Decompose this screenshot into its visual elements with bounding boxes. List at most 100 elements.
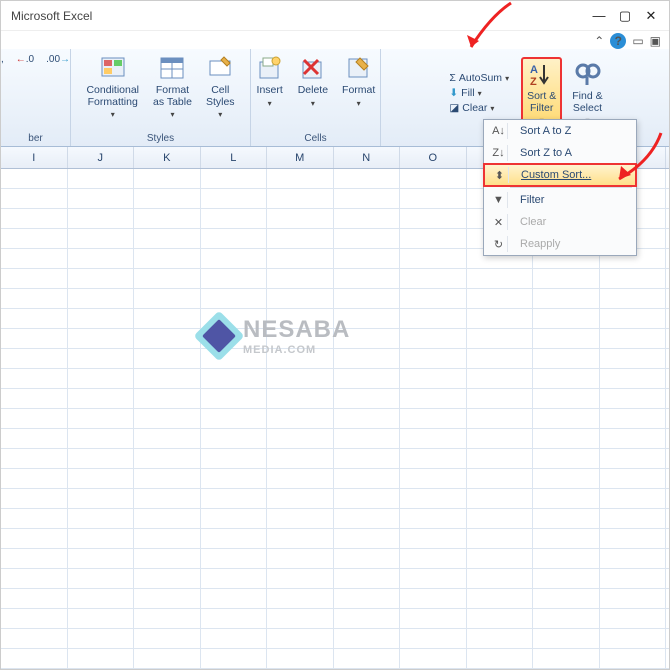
grid-cell[interactable] <box>334 409 401 428</box>
grid-cell[interactable] <box>600 329 667 348</box>
grid-cell[interactable] <box>400 589 467 608</box>
grid-cell[interactable] <box>666 369 670 388</box>
grid-cell[interactable] <box>201 609 268 628</box>
grid-cell[interactable] <box>201 649 268 668</box>
grid-cell[interactable] <box>600 269 667 288</box>
grid-cell[interactable] <box>68 269 135 288</box>
grid-cell[interactable] <box>68 349 135 368</box>
grid-cell[interactable] <box>467 529 534 548</box>
grid-cell[interactable] <box>334 589 401 608</box>
grid-cell[interactable] <box>134 589 201 608</box>
grid-cell[interactable] <box>600 309 667 328</box>
grid-cell[interactable] <box>400 189 467 208</box>
grid-cell[interactable] <box>201 249 268 268</box>
grid-cell[interactable] <box>334 509 401 528</box>
minimize-ribbon-icon[interactable]: ⌃ <box>594 34 604 48</box>
column-header[interactable]: J <box>68 147 135 168</box>
grid-cell[interactable] <box>400 489 467 508</box>
grid-cell[interactable] <box>666 249 670 268</box>
grid-cell[interactable] <box>600 429 667 448</box>
grid-cell[interactable] <box>334 229 401 248</box>
grid-cell[interactable] <box>68 529 135 548</box>
grid-cell[interactable] <box>134 649 201 668</box>
grid-cell[interactable] <box>134 269 201 288</box>
grid-cell[interactable] <box>600 509 667 528</box>
grid-cell[interactable] <box>201 529 268 548</box>
grid-cell[interactable] <box>600 409 667 428</box>
grid-cell[interactable] <box>467 649 534 668</box>
grid-cell[interactable] <box>666 329 670 348</box>
grid-cell[interactable] <box>68 489 135 508</box>
grid-cell[interactable] <box>267 409 334 428</box>
grid-cell[interactable] <box>1 169 68 188</box>
grid-cell[interactable] <box>267 489 334 508</box>
grid-cell[interactable] <box>1 289 68 308</box>
grid-cell[interactable] <box>334 569 401 588</box>
grid-cell[interactable] <box>533 529 600 548</box>
grid-cell[interactable] <box>666 349 670 368</box>
grid-cell[interactable] <box>334 609 401 628</box>
grid-cell[interactable] <box>68 649 135 668</box>
grid-cell[interactable] <box>467 329 534 348</box>
grid-cell[interactable] <box>666 289 670 308</box>
grid-cell[interactable] <box>533 429 600 448</box>
grid-cell[interactable] <box>666 309 670 328</box>
grid-cell[interactable] <box>600 609 667 628</box>
grid-cell[interactable] <box>201 489 268 508</box>
column-header[interactable]: L <box>201 147 268 168</box>
delete-button[interactable]: Delete▾ <box>294 53 332 110</box>
grid-cell[interactable] <box>134 469 201 488</box>
grid-cell[interactable] <box>533 489 600 508</box>
grid-cell[interactable] <box>400 409 467 428</box>
grid-cell[interactable] <box>600 629 667 648</box>
grid-cell[interactable] <box>201 409 268 428</box>
grid-cell[interactable] <box>1 269 68 288</box>
grid-cell[interactable] <box>334 629 401 648</box>
grid-cell[interactable] <box>68 249 135 268</box>
grid-cell[interactable] <box>600 369 667 388</box>
grid-cell[interactable] <box>1 409 68 428</box>
grid-cell[interactable] <box>467 609 534 628</box>
grid-cell[interactable] <box>267 369 334 388</box>
grid-cell[interactable] <box>267 429 334 448</box>
grid-cell[interactable] <box>134 249 201 268</box>
grid-cell[interactable] <box>68 189 135 208</box>
grid-cell[interactable] <box>400 609 467 628</box>
grid-cell[interactable] <box>666 429 670 448</box>
grid-cell[interactable] <box>201 189 268 208</box>
fill-button[interactable]: ⬇Fill▾ <box>443 86 515 100</box>
grid-cell[interactable] <box>600 489 667 508</box>
grid-cell[interactable] <box>267 289 334 308</box>
grid-cell[interactable] <box>467 269 534 288</box>
grid-cell[interactable] <box>68 449 135 468</box>
column-header[interactable]: I <box>1 147 68 168</box>
grid-cell[interactable] <box>533 269 600 288</box>
grid-cell[interactable] <box>533 509 600 528</box>
grid-cell[interactable] <box>467 469 534 488</box>
grid-cell[interactable] <box>201 569 268 588</box>
filter-item[interactable]: ▼ Filter <box>484 189 636 211</box>
grid-cell[interactable] <box>600 289 667 308</box>
grid-cell[interactable] <box>134 189 201 208</box>
grid-cell[interactable] <box>68 169 135 188</box>
grid-cell[interactable] <box>467 389 534 408</box>
grid-cell[interactable] <box>267 529 334 548</box>
grid-cell[interactable] <box>267 629 334 648</box>
grid-cell[interactable] <box>400 369 467 388</box>
grid-cell[interactable] <box>467 409 534 428</box>
grid-cell[interactable] <box>666 549 670 568</box>
grid-cell[interactable] <box>666 189 670 208</box>
grid-cell[interactable] <box>267 549 334 568</box>
grid-cell[interactable] <box>134 569 201 588</box>
grid-cell[interactable] <box>600 549 667 568</box>
grid-cell[interactable] <box>267 389 334 408</box>
grid-cell[interactable] <box>68 429 135 448</box>
column-header[interactable]: N <box>334 147 401 168</box>
grid-cell[interactable] <box>134 529 201 548</box>
find-select-button[interactable]: Find & Select▾ <box>568 59 606 127</box>
grid-cell[interactable] <box>134 549 201 568</box>
column-header[interactable]: K <box>134 147 201 168</box>
grid-cell[interactable] <box>1 329 68 348</box>
grid-cell[interactable] <box>68 629 135 648</box>
grid-cell[interactable] <box>201 369 268 388</box>
